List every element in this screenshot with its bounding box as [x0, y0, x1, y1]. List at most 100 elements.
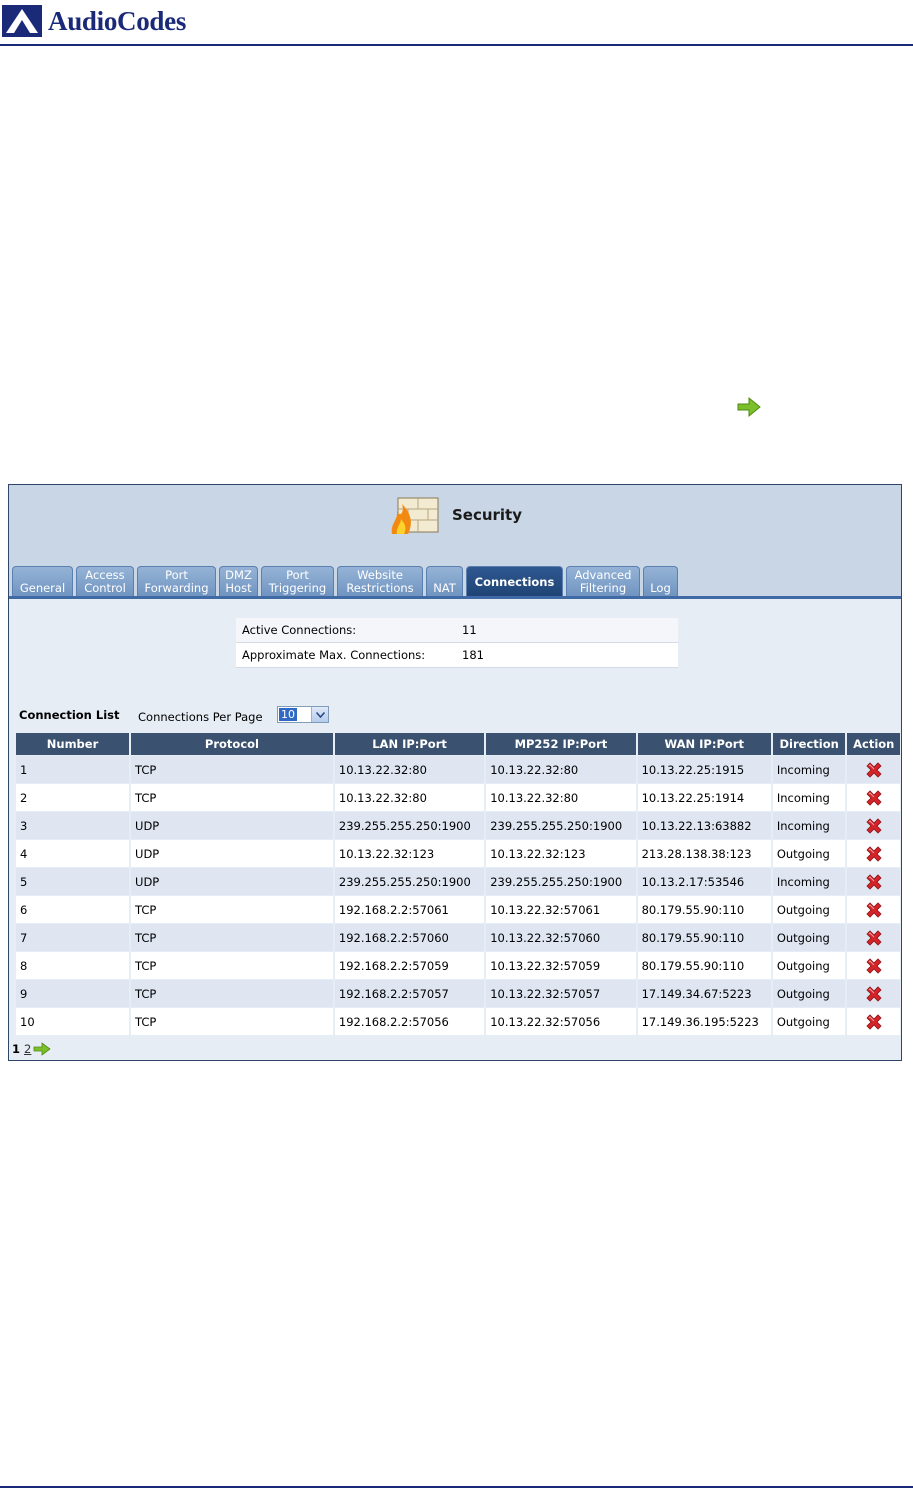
cell-mp252: 10.13.22.32:80	[486, 784, 636, 811]
tab-dmz-host[interactable]: DMZ Host	[219, 566, 258, 597]
cell-direction: Outgoing	[772, 952, 846, 979]
chevron-down-icon[interactable]	[311, 707, 328, 722]
delete-x-icon[interactable]	[865, 761, 883, 779]
per-page-label: Connections Per Page	[138, 710, 263, 724]
cell-mp252: 239.255.255.250:1900	[486, 868, 636, 895]
document-footer-line	[0, 1486, 913, 1488]
cell-direction: Outgoing	[772, 980, 846, 1007]
tab-port-forwarding[interactable]: Port Forwarding	[137, 566, 216, 597]
cell-protocol: TCP	[131, 784, 333, 811]
table-row: 4 UDP 10.13.22.32:123 10.13.22.32:123 213.28…	[16, 840, 900, 867]
tab-website-restrictions[interactable]: Website Restrictions	[337, 566, 423, 597]
cell-direction: Outgoing	[772, 896, 846, 923]
cell-number: 5	[16, 868, 130, 895]
cell-wan: 10.13.2.17:53546	[637, 868, 771, 895]
col-direction: Direction	[772, 733, 846, 755]
table-header-row: Number Protocol LAN IP:Port MP252 IP:Por…	[16, 733, 900, 755]
tab-access-control[interactable]: Access Control	[76, 566, 134, 597]
page-current: 1	[12, 1042, 21, 1056]
cell-action	[847, 812, 900, 839]
cell-wan: 10.13.22.25:1914	[637, 784, 771, 811]
cell-direction: Incoming	[772, 812, 846, 839]
tab-nat[interactable]: NAT	[426, 566, 463, 597]
cell-protocol: TCP	[131, 952, 333, 979]
cell-lan: 192.168.2.2:57060	[334, 924, 485, 951]
cell-direction: Incoming	[772, 868, 846, 895]
cell-number: 7	[16, 924, 130, 951]
table-row: 2 TCP 10.13.22.32:80 10.13.22.32:80 10.13.22…	[16, 784, 900, 811]
delete-x-icon[interactable]	[865, 929, 883, 947]
cell-protocol: TCP	[131, 924, 333, 951]
cell-number: 8	[16, 952, 130, 979]
tab-log[interactable]: Log	[643, 566, 678, 597]
per-page-select[interactable]: 10	[277, 706, 329, 723]
col-mp252-ip-port: MP252 IP:Port	[486, 733, 636, 755]
active-connections-value: 11	[456, 618, 678, 643]
cell-number: 3	[16, 812, 130, 839]
delete-x-icon[interactable]	[865, 789, 883, 807]
cell-lan: 192.168.2.2:57056	[334, 1008, 485, 1035]
cell-action	[847, 924, 900, 951]
connections-summary: Active Connections: 11 Approximate Max. …	[236, 618, 678, 668]
cell-action	[847, 980, 900, 1007]
cell-lan: 10.13.22.32:123	[334, 840, 485, 867]
cell-lan: 10.13.22.32:80	[334, 756, 485, 783]
delete-x-icon[interactable]	[865, 985, 883, 1003]
tab-port-triggering[interactable]: Port Triggering	[261, 566, 334, 597]
cell-number: 10	[16, 1008, 130, 1035]
col-number: Number	[16, 733, 130, 755]
firewall-icon	[391, 497, 439, 534]
table-row: 1 TCP 10.13.22.32:80 10.13.22.32:80 10.13.22…	[16, 756, 900, 783]
table-row: 8 TCP 192.168.2.2:57059 10.13.22.32:57059 80…	[16, 952, 900, 979]
page-title: Security	[9, 497, 901, 534]
cell-action	[847, 952, 900, 979]
audiocodes-logo: AudioCodes	[2, 4, 186, 38]
cell-mp252: 10.13.22.32:80	[486, 756, 636, 783]
cell-number: 9	[16, 980, 130, 1007]
delete-x-icon[interactable]	[865, 845, 883, 863]
green-arrow-icon	[736, 396, 762, 422]
cell-wan: 17.149.36.195:5223	[637, 1008, 771, 1035]
page-link-2[interactable]: 2	[24, 1042, 31, 1056]
max-connections-value: 181	[456, 642, 678, 668]
pagination: 1 2	[12, 1042, 52, 1056]
connections-table: Number Protocol LAN IP:Port MP252 IP:Por…	[14, 732, 901, 1036]
tab-general[interactable]: General	[12, 566, 73, 597]
tab-advanced-filtering[interactable]: Advanced Filtering	[566, 566, 640, 597]
tab-bar: General Access Control Port Forwarding D…	[12, 565, 681, 597]
cell-lan: 239.255.255.250:1900	[334, 868, 485, 895]
cell-protocol: TCP	[131, 756, 333, 783]
next-page-arrow-icon[interactable]	[33, 1042, 52, 1056]
cell-wan: 10.13.22.13:63882	[637, 812, 771, 839]
table-row: 9 TCP 192.168.2.2:57057 10.13.22.32:57057 17…	[16, 980, 900, 1007]
cell-mp252: 10.13.22.32:123	[486, 840, 636, 867]
delete-x-icon[interactable]	[865, 901, 883, 919]
table-row: 6 TCP 192.168.2.2:57061 10.13.22.32:57061 80…	[16, 896, 900, 923]
col-action: Action	[847, 733, 900, 755]
cell-protocol: TCP	[131, 896, 333, 923]
summary-row-max: Approximate Max. Connections: 181	[236, 642, 678, 668]
cell-action	[847, 784, 900, 811]
cell-mp252: 10.13.22.32:57061	[486, 896, 636, 923]
cell-protocol: UDP	[131, 812, 333, 839]
cell-wan: 80.179.55.90:110	[637, 952, 771, 979]
delete-x-icon[interactable]	[865, 873, 883, 891]
cell-mp252: 10.13.22.32:57056	[486, 1008, 636, 1035]
cell-wan: 80.179.55.90:110	[637, 896, 771, 923]
cell-mp252: 10.13.22.32:57057	[486, 980, 636, 1007]
cell-number: 2	[16, 784, 130, 811]
cell-action	[847, 868, 900, 895]
delete-x-icon[interactable]	[865, 1013, 883, 1031]
delete-x-icon[interactable]	[865, 957, 883, 975]
cell-number: 4	[16, 840, 130, 867]
delete-x-icon[interactable]	[865, 817, 883, 835]
security-window: Security General Access Control Port For…	[8, 484, 902, 1061]
per-page-value: 10	[279, 708, 297, 721]
tab-connections[interactable]: Connections	[466, 566, 563, 597]
cell-lan: 192.168.2.2:57059	[334, 952, 485, 979]
cell-protocol: UDP	[131, 868, 333, 895]
cell-lan: 10.13.22.32:80	[334, 784, 485, 811]
page-title-text: Security	[451, 506, 523, 524]
cell-action	[847, 756, 900, 783]
cell-wan: 213.28.138.38:123	[637, 840, 771, 867]
